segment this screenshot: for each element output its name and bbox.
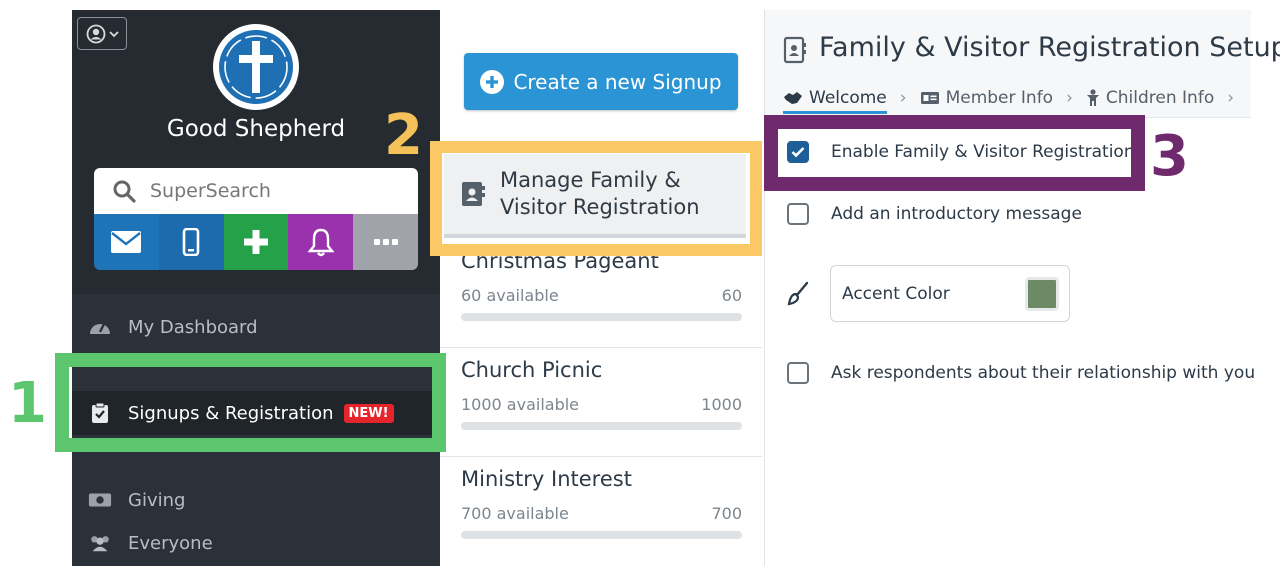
signup-count: 60 xyxy=(721,286,742,305)
plus-icon xyxy=(243,230,268,254)
callout-box-2 xyxy=(430,141,762,256)
callout-number-1: 1 xyxy=(8,371,47,436)
step-label: Welcome xyxy=(809,88,887,108)
search-placeholder: SuperSearch xyxy=(150,180,271,202)
page-title: Family & Visitor Registration Setup xyxy=(819,32,1280,63)
option-label: Add an introductory message xyxy=(831,204,1082,224)
quick-actions xyxy=(94,214,418,270)
step-welcome[interactable]: Welcome xyxy=(783,88,887,114)
signup-progress-bar xyxy=(461,422,742,430)
mobile-phone-icon xyxy=(182,228,200,256)
notifications-button[interactable] xyxy=(288,214,354,270)
chevron-right-icon: › xyxy=(899,88,907,108)
more-button[interactable] xyxy=(353,214,418,270)
supersearch-input[interactable]: SuperSearch xyxy=(94,168,418,214)
paintbrush-icon xyxy=(787,281,809,306)
chevron-right-icon: › xyxy=(1227,88,1235,108)
account-menu-button[interactable] xyxy=(77,17,127,50)
add-button[interactable] xyxy=(223,214,289,270)
callout-box-1 xyxy=(55,353,446,452)
intro-message-option[interactable]: Add an introductory message xyxy=(787,203,1082,225)
signup-name: Church Picnic xyxy=(461,358,603,382)
signup-available: 1000 available xyxy=(461,395,580,414)
chevron-down-icon xyxy=(108,30,119,37)
cross-icon xyxy=(219,30,293,104)
relationship-checkbox[interactable] xyxy=(787,362,809,384)
create-signup-button[interactable]: Create a new Signup xyxy=(464,53,738,110)
sidebar: Good Shepherd SuperSearch My Dashboard S… xyxy=(72,10,440,566)
sidebar-item-dashboard[interactable]: My Dashboard xyxy=(72,305,440,349)
more-dots-icon xyxy=(373,239,398,245)
sidebar-item-label: My Dashboard xyxy=(128,316,258,338)
users-icon xyxy=(88,531,112,555)
step-children-info[interactable]: Children Info xyxy=(1086,88,1214,108)
sidebar-item-label: Everyone xyxy=(128,532,213,554)
dashboard-gauge-icon xyxy=(88,315,112,339)
callout-box-3 xyxy=(764,115,1145,191)
callout-number-2: 2 xyxy=(384,103,423,168)
step-member-info[interactable]: Member Info xyxy=(920,88,1054,108)
accent-color-label: Accent Color xyxy=(842,283,950,304)
step-label: Member Info xyxy=(945,88,1054,108)
signup-count: 1000 xyxy=(701,395,742,414)
intro-message-checkbox[interactable] xyxy=(787,203,809,225)
accent-color-swatch[interactable] xyxy=(1025,277,1059,311)
signup-progress-bar xyxy=(461,531,742,539)
church-logo xyxy=(213,24,299,110)
signup-item[interactable]: Church Picnic 1000 available 1000 xyxy=(440,348,762,457)
accent-color-picker[interactable]: Accent Color xyxy=(830,265,1070,322)
id-card-icon xyxy=(920,90,940,106)
signup-name: Ministry Interest xyxy=(461,467,632,491)
step-label: Children Info xyxy=(1105,88,1215,108)
plus-circle-icon xyxy=(480,69,505,94)
signups-list-panel: Create a new Signup Manage Family & Visi… xyxy=(440,10,764,566)
signup-count: 700 xyxy=(711,504,742,523)
signup-progress-bar xyxy=(461,313,742,321)
sidebar-item-everyone[interactable]: Everyone xyxy=(72,521,440,565)
bell-icon xyxy=(307,228,335,257)
signup-item[interactable]: Ministry Interest 700 available 700 xyxy=(440,457,762,566)
money-icon xyxy=(88,488,112,512)
create-signup-label: Create a new Signup xyxy=(513,69,722,94)
sidebar-item-giving[interactable]: Giving xyxy=(72,478,440,522)
setup-steps-breadcrumb: Welcome › Member Info › Children Info › xyxy=(783,82,1247,114)
relationship-question-option[interactable]: Ask respondents about their relationship… xyxy=(787,362,1255,384)
search-icon xyxy=(113,180,136,203)
email-button[interactable] xyxy=(94,214,159,270)
chevron-right-icon: › xyxy=(1066,88,1073,108)
signup-available: 60 available xyxy=(461,286,559,305)
envelope-icon xyxy=(111,231,142,253)
signup-available: 700 available xyxy=(461,504,569,523)
contact-card-icon xyxy=(783,36,806,64)
callout-number-3: 3 xyxy=(1150,124,1189,189)
user-icon xyxy=(86,24,105,43)
option-label: Ask respondents about their relationship… xyxy=(831,363,1256,383)
sidebar-item-label: Giving xyxy=(128,489,186,511)
text-message-button[interactable] xyxy=(158,214,224,270)
handshake-icon xyxy=(783,90,803,106)
child-icon xyxy=(1086,89,1100,107)
